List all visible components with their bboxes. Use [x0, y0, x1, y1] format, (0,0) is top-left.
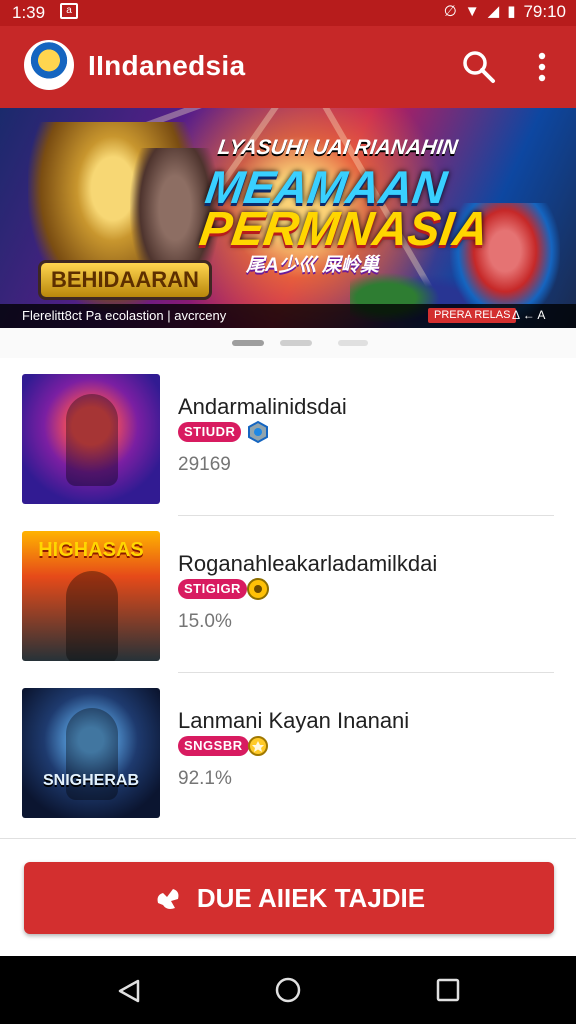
genre-badge: STIGIGR	[178, 579, 247, 599]
home-icon[interactable]	[274, 976, 302, 1004]
search-icon[interactable]	[460, 48, 498, 86]
banner-caption: Flerelitt8ct Pa ecolastion | avcrceny	[22, 308, 227, 323]
list-divider	[178, 515, 554, 516]
primary-action-label: DUE AIIEK TAJDIE	[196, 882, 426, 913]
game-title: Lanmani Kayan Inanani	[178, 708, 410, 733]
status-clock: 79:10	[523, 2, 566, 21]
banner-pager	[0, 328, 576, 358]
pager-dot-active[interactable]	[232, 340, 264, 346]
game-rating: 29169	[178, 454, 231, 475]
wifi-icon: ▼	[464, 3, 480, 20]
promo-banner[interactable]: BEHIDAARAN LYASUHI UAI RIANAHIN MEAMAAN …	[0, 108, 576, 328]
game-thumbnail: SNIGHERAB	[22, 688, 160, 818]
recents-icon[interactable]	[436, 978, 460, 1002]
thumbnail-title: HIGHASAS	[38, 539, 144, 561]
system-nav-bar	[0, 956, 576, 1024]
banner-tag-secondary: Δ ← Α	[512, 308, 546, 322]
battery-icon: ▮	[507, 3, 516, 20]
list-divider	[178, 672, 554, 673]
game-title: Andarmalinidsdai	[178, 394, 347, 419]
banner-headline-sub: PERMNASIA	[196, 203, 492, 256]
banner-headline-top: LYASUHI UAI RIANAHIN	[216, 136, 460, 159]
status-time: 1:39	[12, 3, 46, 22]
thumbnail-hero	[66, 571, 118, 661]
banner-caption-strip: Flerelitt8ct Pa ecolastion | avcrceny PR…	[0, 304, 576, 328]
rank-medal-icon	[248, 736, 268, 756]
avatar[interactable]	[24, 40, 74, 90]
signal-icon: ◢	[487, 3, 500, 20]
banner-tag: PRERA RELAS	[428, 308, 517, 323]
genre-badge: STIUDR	[178, 422, 242, 442]
rank-medal-icon	[247, 578, 269, 600]
footer-divider	[0, 838, 576, 839]
more-vert-icon[interactable]	[528, 50, 556, 84]
status-icons: ∅ ▼ ◢ ▮ 79:10	[444, 2, 566, 22]
banner-game-logo: BEHIDAARAN	[38, 260, 212, 300]
game-rating: 92.1%	[178, 768, 232, 789]
notification-icon: a	[60, 3, 78, 19]
app-title: IIndanedsia	[88, 50, 246, 81]
genre-badge: SNGSBR	[178, 736, 249, 756]
gamepad-icon	[157, 889, 179, 909]
pager-dot[interactable]	[338, 340, 368, 346]
list-item[interactable]: SNIGHERAB Lanmani Kayan Inanani SNGSBR 9…	[22, 674, 554, 830]
mute-icon: ∅	[443, 3, 457, 20]
game-title: Roganahleakarladamilkdai	[178, 551, 438, 576]
back-icon[interactable]	[116, 978, 142, 1004]
game-thumbnail	[22, 374, 160, 504]
primary-action-button[interactable]: DUE AIIEK TAJDIE	[24, 862, 554, 934]
thumbnail-hero	[66, 394, 118, 486]
app-bar: IIndanedsia	[0, 26, 576, 108]
pager-dot[interactable]	[280, 340, 312, 346]
game-rating: 15.0%	[178, 611, 232, 632]
rank-medal-icon	[248, 420, 268, 444]
list-item[interactable]: HIGHASAS Roganahleakarladamilkdai STIGIG…	[22, 517, 554, 673]
status-bar: 1:39 a ∅ ▼ ◢ ▮ 79:10	[0, 0, 576, 26]
list-item[interactable]: Andarmalinidsdai STIUDR 29169	[22, 360, 554, 516]
game-thumbnail: HIGHASAS	[22, 531, 160, 661]
banner-headline-small: 尾Α少巛 屎岭巢	[246, 255, 380, 276]
thumbnail-title: SNIGHERAB	[42, 772, 139, 789]
